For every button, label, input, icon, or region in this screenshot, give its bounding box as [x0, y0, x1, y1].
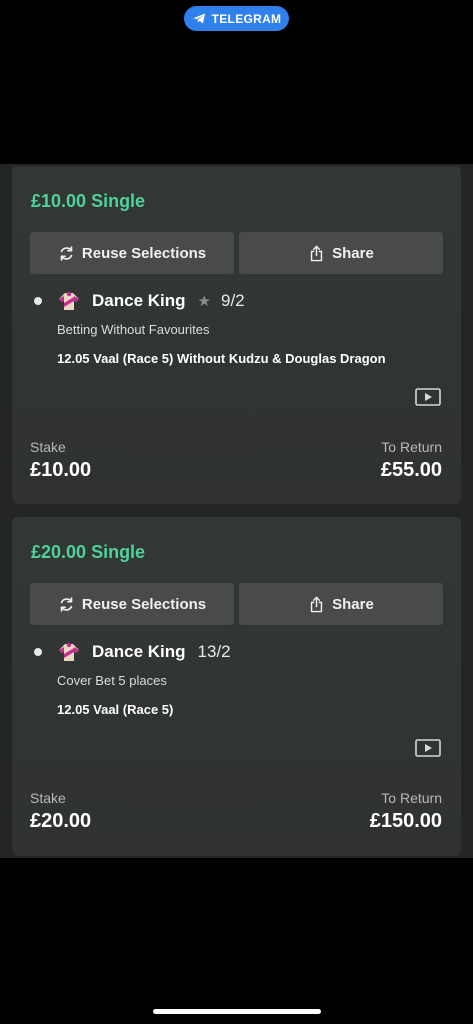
bet-title: £20.00 Single — [31, 542, 145, 563]
to-return-label: To Return — [381, 439, 442, 455]
share-icon — [310, 596, 323, 612]
telegram-label: TELEGRAM — [211, 11, 282, 26]
odds: 9/2 — [220, 291, 245, 310]
horse-name: Dance King — [92, 642, 186, 661]
market-name: Cover Bet 5 places — [57, 673, 167, 688]
selection-row: Dance King 13/2 — [34, 640, 231, 664]
bet-card: £10.00 Single Reuse Selections Share Danc… — [12, 166, 461, 504]
bet-type: Single — [91, 191, 146, 211]
event-name: 12.05 Vaal (Race 5) Without Kudzu & Doug… — [57, 351, 386, 366]
horse-name: Dance King — [92, 291, 186, 310]
bet-card: £20.00 Single Reuse Selections Share Danc… — [12, 517, 461, 856]
share-button[interactable]: Share — [239, 583, 443, 625]
event-name: 12.05 Vaal (Race 5) — [57, 702, 174, 717]
refresh-icon — [60, 596, 73, 612]
reuse-selections-button[interactable]: Reuse Selections — [30, 232, 234, 274]
reuse-selections-label: Reuse Selections — [81, 595, 207, 613]
to-return-value: £150.00 — [369, 810, 442, 832]
video-icon[interactable] — [415, 388, 441, 406]
bet-title: £10.00 Single — [31, 191, 145, 212]
stake-value: £10.00 — [30, 459, 92, 481]
share-icon — [310, 245, 323, 261]
to-return-value: £55.00 — [380, 459, 442, 481]
share-label: Share — [332, 244, 374, 262]
stake-label: Stake — [30, 439, 66, 455]
telegram-back-pill[interactable]: TELEGRAM — [184, 6, 289, 31]
stake-value: £20.00 — [30, 810, 92, 832]
jockey-silks-icon — [59, 642, 79, 661]
share-button[interactable]: Share — [239, 232, 443, 274]
bet-amount: £10.00 — [31, 191, 87, 211]
jockey-silks-icon — [59, 291, 79, 310]
stake-label: Stake — [30, 790, 66, 806]
market-name: Betting Without Favourites — [57, 322, 210, 337]
video-icon[interactable] — [415, 739, 441, 757]
telegram-icon — [192, 13, 205, 24]
reuse-selections-button[interactable]: Reuse Selections — [30, 583, 234, 625]
bet-amount: £20.00 — [31, 542, 87, 562]
reuse-selections-label: Reuse Selections — [81, 244, 207, 262]
star-icon: ★ — [197, 293, 211, 310]
selection-row: Dance King ★ 9/2 — [34, 289, 245, 313]
to-return-label: To Return — [381, 790, 442, 806]
share-label: Share — [332, 595, 374, 613]
home-indicator[interactable] — [153, 1009, 321, 1014]
refresh-icon — [60, 245, 73, 261]
odds: 13/2 — [197, 642, 231, 661]
bet-type: Single — [91, 542, 146, 562]
selection-bullet — [34, 297, 42, 305]
selection-bullet — [34, 648, 42, 656]
